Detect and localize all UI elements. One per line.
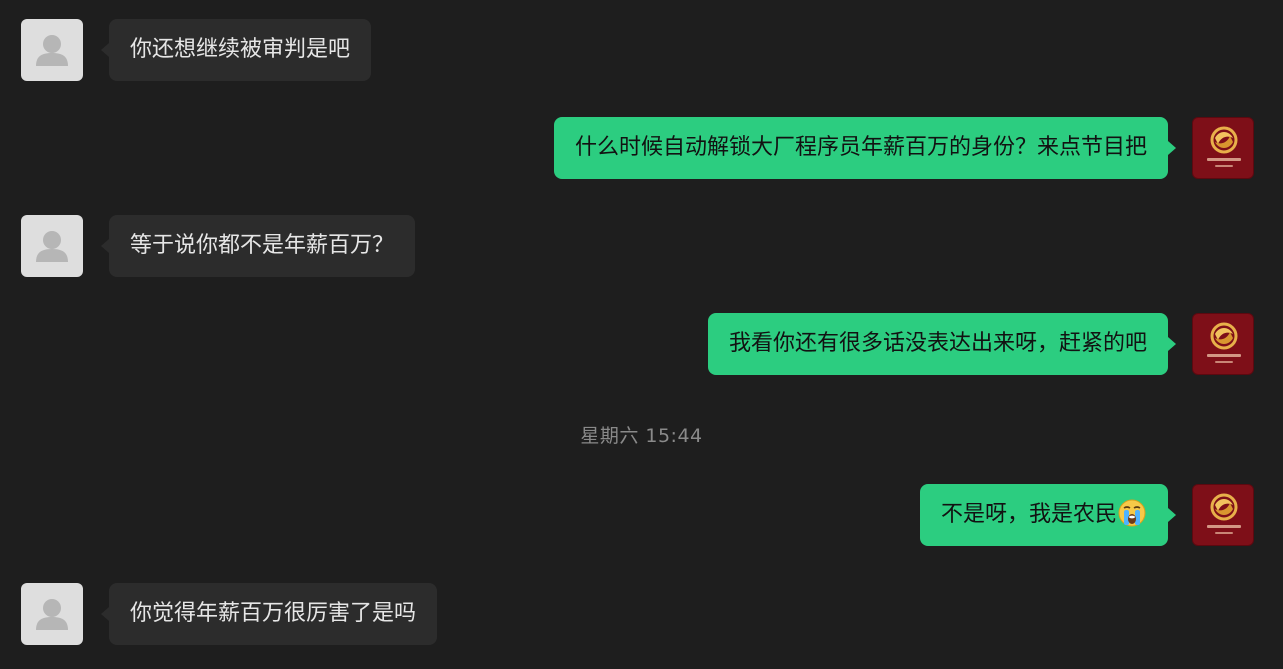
bubble-tail bbox=[1168, 141, 1176, 155]
message-text: 我看你还有很多话没表达出来呀，赶紧的吧 bbox=[728, 331, 1147, 356]
incoming-message-bubble[interactable]: 你还想继续被审判是吧 bbox=[109, 19, 372, 81]
chat-timestamp: 星期六 15:44 bbox=[580, 425, 703, 447]
message-text: 你觉得年薪百万很厉害了是吗 bbox=[130, 601, 417, 626]
gala-logo-icon bbox=[1207, 322, 1241, 363]
incoming-message-bubble[interactable]: 你觉得年薪百万很厉害了是吗 bbox=[109, 583, 438, 645]
self-avatar[interactable] bbox=[1192, 484, 1254, 546]
person-silhouette-icon bbox=[36, 35, 68, 66]
bubble-tail bbox=[1168, 337, 1176, 351]
message-text: 什么时候自动解锁大厂程序员年薪百万的身份？来点节目把 bbox=[574, 135, 1147, 160]
message-text: 等于说你都不是年薪百万？ bbox=[130, 233, 395, 258]
contact-avatar[interactable] bbox=[21, 583, 83, 645]
outgoing-message-bubble[interactable]: 不是呀，我是农民 bbox=[919, 484, 1168, 546]
self-avatar[interactable] bbox=[1192, 117, 1254, 179]
outgoing-message-bubble[interactable]: 什么时候自动解锁大厂程序员年薪百万的身份？来点节目把 bbox=[553, 117, 1168, 179]
chat-message-area[interactable]: 你还想继续被审判是吧 什么时候自动解锁大厂程序员年薪百万的身份？来点节目把 等于… bbox=[0, 0, 1283, 669]
bubble-tail bbox=[101, 239, 109, 253]
gala-logo-icon bbox=[1207, 126, 1241, 167]
gala-logo-icon bbox=[1207, 493, 1241, 534]
bubble-tail bbox=[1168, 508, 1176, 522]
contact-avatar[interactable] bbox=[21, 19, 83, 81]
message-text: 你还想继续被审判是吧 bbox=[130, 37, 351, 62]
contact-avatar[interactable] bbox=[21, 215, 83, 277]
loudly-crying-face-emoji-icon bbox=[1118, 499, 1146, 527]
incoming-message-bubble[interactable]: 等于说你都不是年薪百万？ bbox=[109, 215, 416, 277]
bubble-tail bbox=[101, 43, 109, 57]
outgoing-message-bubble[interactable]: 我看你还有很多话没表达出来呀，赶紧的吧 bbox=[707, 313, 1168, 375]
message-text: 不是呀，我是农民 bbox=[940, 502, 1117, 527]
person-silhouette-icon bbox=[36, 599, 68, 630]
person-silhouette-icon bbox=[36, 231, 68, 262]
self-avatar[interactable] bbox=[1192, 313, 1254, 375]
bubble-tail bbox=[101, 607, 109, 621]
